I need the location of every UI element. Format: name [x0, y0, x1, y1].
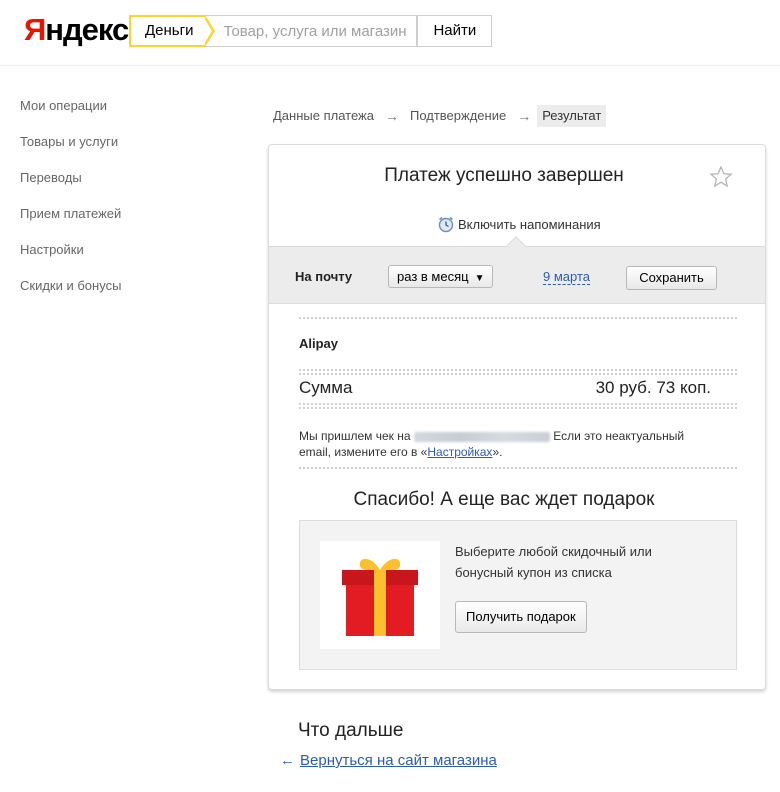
tab-arrow-inner-shape — [204, 18, 213, 44]
get-gift-button[interactable]: Получить подарок — [455, 601, 587, 633]
gift-tile — [320, 541, 440, 649]
reminder-settings-panel: На почту раз в месяц ▼ 9 марта Сохранить — [269, 236, 765, 304]
enable-reminders-toggle[interactable]: Включить напоминания — [437, 215, 601, 233]
dotted-divider — [299, 467, 737, 469]
gift-icon — [342, 558, 418, 636]
chevron-down-icon: ▼ — [474, 273, 485, 284]
dotted-divider — [299, 317, 737, 319]
save-button[interactable]: Сохранить — [626, 266, 717, 290]
search-button[interactable]: Найти — [417, 15, 493, 47]
arrow-left-icon: ← — [280, 752, 295, 769]
sidebar-item-operations[interactable]: Мои операции — [20, 96, 220, 132]
yandex-logo[interactable]: Яндекс — [24, 12, 129, 48]
merchant-name: Alipay — [299, 336, 339, 351]
gift-description: Выберите любой скидочный или бонусный ку… — [455, 544, 652, 580]
sidebar-item-receive-payments[interactable]: Прием платежей — [20, 204, 220, 240]
search-input[interactable] — [205, 15, 418, 47]
gift-offer-box: Выберите любой скидочный или бонусный ку… — [299, 520, 737, 670]
dotted-divider — [299, 407, 737, 409]
dotted-divider — [299, 373, 737, 375]
whats-next-title: Что дальше — [298, 720, 404, 741]
breadcrumb-payment-data: Данные платежа — [273, 108, 374, 123]
to-mail-label: На почту — [295, 269, 353, 284]
sidebar-item-settings[interactable]: Настройки — [20, 240, 220, 276]
reminder-date-link[interactable]: 9 марта — [543, 269, 590, 285]
payment-result-card: Платеж успешно завершен Включить напомин… — [268, 144, 766, 690]
receipt-notice: Мы пришлем чек на Если это неактуальный … — [299, 429, 685, 459]
breadcrumb-confirmation: Подтверждение — [409, 108, 507, 123]
panel-notch — [506, 236, 526, 256]
breadcrumb-result: Результат — [537, 105, 607, 127]
search-bar: Деньги Найти — [129, 15, 493, 47]
dotted-divider — [299, 403, 737, 405]
sidebar-item-transfers[interactable]: Переводы — [20, 168, 220, 204]
breadcrumb: Данные платежа → Подтверждение → Результ… — [268, 105, 607, 127]
sum-value: 30 руб. 73 коп. — [595, 378, 711, 397]
dotted-divider — [299, 369, 737, 371]
sum-label: Сумма — [299, 378, 353, 397]
settings-link[interactable]: Настройках — [427, 445, 492, 459]
back-to-shop-label: Вернуться на сайт магазина — [300, 752, 497, 769]
sidebar-item-discounts-bonuses[interactable]: Скидки и бонусы — [20, 276, 220, 312]
alarm-clock-icon — [438, 216, 454, 233]
service-tab-money[interactable]: Деньги — [129, 15, 216, 47]
breadcrumb-separator: → — [384, 108, 399, 124]
sidebar-item-goods-services[interactable]: Товары и услуги — [20, 132, 220, 168]
gift-title: Спасибо! А еще вас ждет подарок — [353, 489, 655, 510]
page-title: Платеж успешно завершен — [384, 165, 624, 186]
period-select[interactable]: раз в месяц ▼ — [388, 265, 494, 288]
sidebar-nav: Мои операции Товары и услуги Переводы Пр… — [20, 96, 220, 312]
back-to-shop-link[interactable]: ← Вернуться на сайт магазина — [280, 752, 497, 769]
header: Яндекс Деньги Найти — [0, 0, 780, 66]
enable-reminders-label: Включить напоминания — [458, 216, 601, 232]
email-redacted — [413, 431, 550, 442]
breadcrumb-separator: → — [517, 108, 532, 124]
star-icon[interactable] — [709, 165, 733, 189]
